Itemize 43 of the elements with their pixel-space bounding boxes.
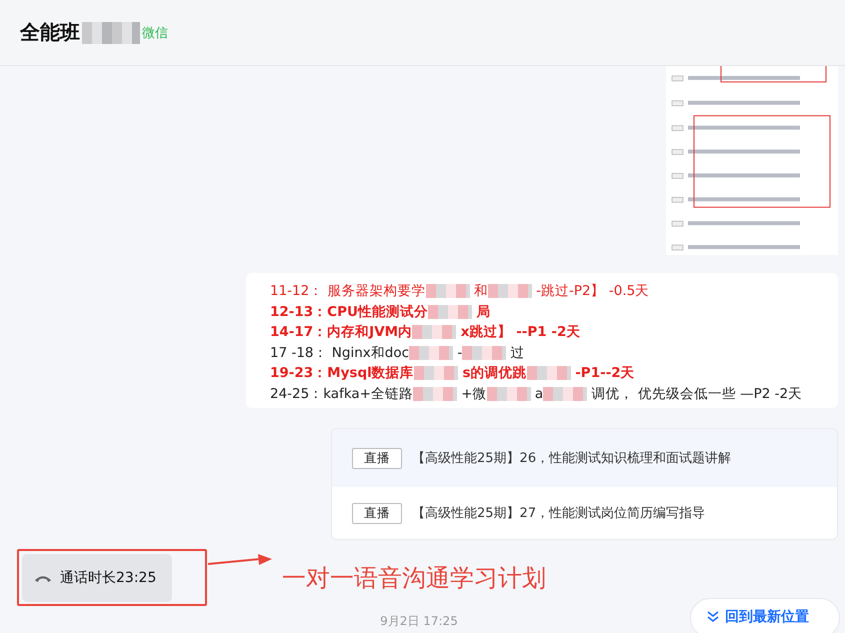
plan-text: 12-13：CPU性能测试分 [270, 304, 428, 320]
wechat-label: 微信 [142, 24, 168, 42]
plan-text: 14-17：内存和JVM内 [270, 324, 412, 340]
mosaic-patch [412, 325, 456, 340]
annotation-text: 一对一语音沟通学习计划 [282, 563, 546, 594]
course-row[interactable]: 直播 【高级性能25期】26，性能测试知识梳理和面试题讲解 [332, 429, 837, 487]
mosaic-patch [426, 284, 470, 298]
plan-text: 17 -18： Nginx和doc [270, 344, 410, 360]
plan-text: -跳过-P2】 -0.5天 [536, 283, 650, 299]
mosaic-patch [82, 22, 140, 44]
mosaic-patch [526, 366, 570, 380]
call-duration: 通话时长23:25 [60, 569, 156, 587]
mosaic-patch [414, 366, 458, 380]
plan-text: 调优， 优先级会低一些 —P2 -2天 [591, 386, 802, 402]
course-row[interactable]: 直播 【高级性能25期】27，性能测试岗位简历编写指导 [332, 487, 837, 539]
plan-text: 局 [476, 304, 491, 320]
jump-to-latest-button[interactable]: 回到最新位置 [690, 598, 840, 633]
plan-text: 和 [474, 283, 488, 299]
mosaic-patch [543, 386, 588, 401]
plan-text: - [457, 344, 462, 360]
double-chevron-icon [707, 611, 719, 623]
live-tag: 直播 [352, 448, 402, 468]
plan-text: +微 [461, 386, 487, 402]
mosaic-patch [488, 284, 532, 298]
course-title: 【高级性能25期】27，性能测试岗位简历编写指导 [412, 505, 706, 522]
plan-text: 11-12： 服务器架构要学 [270, 283, 426, 299]
plan-text: 24-25：kafka+全链路 [270, 386, 413, 402]
mosaic-patch [428, 304, 472, 319]
course-title: 【高级性能25期】26，性能测试知识梳理和面试题讲解 [412, 450, 732, 467]
mosaic-patch [462, 346, 506, 360]
plan-text: a [534, 386, 544, 402]
timestamp: 9月2日 17:25 [380, 614, 458, 628]
plan-text: x跳过】 --P1 -2天 [460, 324, 580, 340]
plan-text: 19-23：Mysql数据库 [270, 365, 414, 381]
plan-text: -P1--2天 [575, 365, 635, 381]
chat-title: 全能班 [20, 19, 80, 46]
plan-text: 过 [510, 344, 524, 360]
mosaic-patch [409, 346, 454, 360]
mosaic-patch [486, 386, 531, 401]
mosaic-patch [413, 386, 457, 401]
plan-text: s的调优跳 [462, 365, 526, 381]
live-tag: 直播 [352, 502, 402, 524]
phone-icon [34, 574, 52, 582]
